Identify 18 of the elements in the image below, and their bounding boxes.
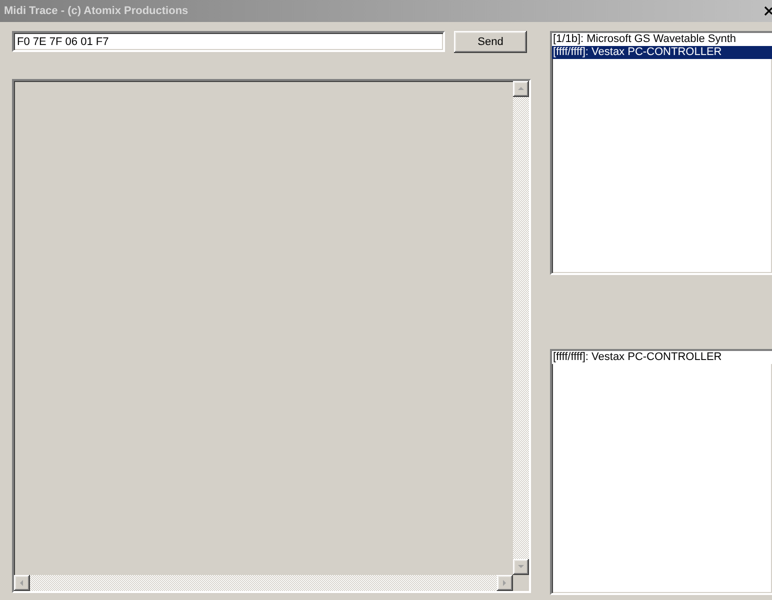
list-item[interactable]: [ffff/ffff]: Vestax PC-CONTROLLER — [552, 46, 772, 59]
left-arrow-icon — [18, 579, 26, 587]
close-button[interactable] — [764, 4, 772, 18]
down-arrow-icon — [517, 563, 525, 571]
send-button[interactable]: Send — [454, 31, 527, 53]
list-item[interactable]: [ffff/ffff]: Vestax PC-CONTROLLER — [552, 351, 772, 364]
list-item[interactable]: [1/1b]: Microsoft GS Wavetable Synth — [552, 33, 772, 46]
message-field[interactable]: F0 7E 7F 06 01 F7 — [12, 31, 445, 52]
close-icon — [764, 5, 772, 17]
list-box[interactable]: [1/1b]: Microsoft GS Wavetable Synth [ffff/ffff]: Vestax PC-CONTROLLER — [550, 31, 772, 275]
window-title: Midi Trace - (c) Atomix Productions — [4, 4, 188, 19]
scroll-down-button[interactable] — [513, 559, 529, 575]
scroll-up-button[interactable] — [513, 81, 529, 97]
scroll-left-button[interactable] — [14, 575, 30, 591]
scroll-right-button[interactable] — [497, 575, 513, 591]
up-arrow-icon — [517, 85, 525, 93]
right-arrow-icon — [501, 579, 509, 587]
list-box[interactable]: [ffff/ffff]: Vestax PC-CONTROLLER — [550, 349, 772, 595]
